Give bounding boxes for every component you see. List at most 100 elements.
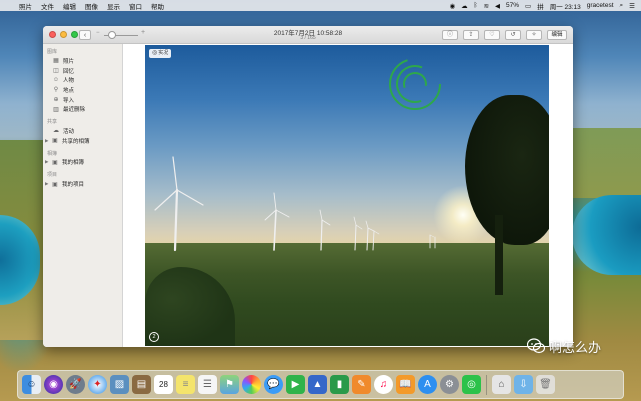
wifi-icon[interactable]: ≋ bbox=[484, 2, 489, 10]
photos-icon[interactable] bbox=[242, 375, 261, 394]
sidebar-item-label: 共享的相簿 bbox=[62, 138, 90, 145]
wechat-logo-icon bbox=[527, 338, 545, 354]
reminders-icon[interactable]: ☰ bbox=[198, 375, 217, 394]
share-button[interactable]: ⇪ bbox=[463, 30, 479, 40]
memories-icon: ◫ bbox=[53, 68, 59, 75]
wind-turbine bbox=[372, 230, 380, 251]
wind-turbine bbox=[429, 234, 435, 249]
menu-image[interactable]: 图像 bbox=[85, 1, 98, 11]
wallpaper-sea-right bbox=[572, 195, 641, 275]
sidebar-item-label: 我的相簿 bbox=[62, 160, 85, 167]
heart-icon: ♡ bbox=[489, 32, 495, 38]
wind-turbine bbox=[353, 216, 363, 251]
menu-window[interactable]: 窗口 bbox=[129, 1, 142, 11]
safari-icon[interactable]: ✦ bbox=[88, 375, 107, 394]
sidebar-section-library: 图库 bbox=[47, 49, 58, 55]
menu-help[interactable]: 帮助 bbox=[151, 1, 164, 11]
sidebar-item-photos[interactable]: ▦ 照片 bbox=[43, 56, 122, 66]
rotate-button[interactable]: ↺ bbox=[505, 30, 521, 40]
maps-icon[interactable]: ⚑ bbox=[220, 375, 239, 394]
sidebar-item-places[interactable]: ⚲ 地点 bbox=[43, 85, 122, 95]
loading-spinner-icon bbox=[389, 58, 441, 110]
home-folder-icon[interactable]: ⌂ bbox=[492, 375, 511, 394]
window-titlebar[interactable]: ‹ − + 2017年7月2日 10:58:28 3 / 165 ⓘ ⇪ ♡ ↺… bbox=[43, 26, 573, 44]
volume-icon[interactable]: ◀ bbox=[495, 2, 500, 10]
sidebar-item-recently-deleted[interactable]: ▥ 最近删除 bbox=[43, 104, 122, 114]
bluetooth-icon[interactable]: ᛒ bbox=[474, 2, 478, 9]
rotate-icon: ↺ bbox=[510, 32, 516, 38]
live-photo-label: 实况 bbox=[158, 50, 169, 56]
menu-bar: 照片 文件 编辑 图像 显示 窗口 帮助 ◉ ☁ ᛒ ≋ ◀ 57% ▭ 拼 周… bbox=[0, 0, 641, 11]
menubar-username[interactable]: gracetest bbox=[587, 2, 614, 9]
downloads-icon[interactable]: ⇩ bbox=[514, 375, 533, 394]
calendar-icon[interactable]: 28 bbox=[154, 375, 173, 394]
shared-album-icon: ▣ bbox=[52, 138, 58, 145]
facetime-icon[interactable]: ▶ bbox=[286, 375, 305, 394]
cloud-status-icon[interactable]: ☁ bbox=[461, 2, 468, 10]
live-photo-icon: ◎ bbox=[152, 50, 158, 56]
sidebar-item-label: 地点 bbox=[63, 87, 75, 94]
numbers-icon[interactable]: ▮ bbox=[330, 375, 349, 394]
photo-viewer: ◎实况 2 bbox=[123, 44, 573, 347]
finder-icon[interactable]: ☺ bbox=[22, 375, 41, 394]
dock-separator bbox=[486, 374, 487, 395]
places-icon: ⚲ bbox=[53, 87, 59, 94]
menubar-clock[interactable]: 周一 23:13 bbox=[550, 1, 581, 11]
wind-turbine bbox=[319, 209, 331, 251]
people-icon: ☺ bbox=[52, 77, 60, 84]
photos-icon: ▦ bbox=[53, 58, 59, 65]
menu-file[interactable]: 文件 bbox=[41, 1, 54, 11]
project-icon: ▣ bbox=[52, 181, 58, 188]
siri-icon[interactable]: ◉ bbox=[44, 375, 63, 394]
sidebar-item-memories[interactable]: ◫ 回忆 bbox=[43, 66, 122, 76]
info-button[interactable]: ⓘ bbox=[442, 30, 458, 40]
edit-button[interactable]: 编辑 bbox=[547, 30, 567, 40]
battery-percent[interactable]: 57% bbox=[506, 2, 519, 9]
sidebar-item-label: 人物 bbox=[63, 78, 75, 85]
sidebar-item-people[interactable]: ☺ 人物 bbox=[43, 75, 122, 85]
system-preferences-icon[interactable]: ⚙ bbox=[440, 375, 459, 394]
share-icon: ⇪ bbox=[468, 32, 474, 38]
stickies-icon[interactable]: ≡ bbox=[176, 375, 195, 394]
sidebar: 图库 ▦ 照片 ◫ 回忆 ☺ 人物 ⚲ 地点 ⊕ 导入 ▥ 最近删除 共享 ☁ … bbox=[43, 44, 123, 347]
keynote-icon[interactable]: ▲ bbox=[308, 375, 327, 394]
sidebar-section-shared: 共享 bbox=[47, 119, 58, 126]
watermark: 啊怎么办 bbox=[527, 335, 601, 357]
sidebar-item-shared-albums[interactable]: ▶ ▣ 共享的相簿 bbox=[43, 136, 122, 146]
sidebar-item-my-albums[interactable]: ▶ ▣ 我的相簿 bbox=[43, 158, 122, 168]
wechat-status-icon[interactable]: ◉ bbox=[450, 2, 456, 10]
books-icon[interactable]: 📖 bbox=[396, 375, 415, 394]
notification-center-icon[interactable]: ☰ bbox=[629, 2, 635, 10]
cloud-icon: ☁ bbox=[53, 128, 59, 135]
app-store-icon[interactable]: A bbox=[418, 375, 437, 394]
info-icon: ⓘ bbox=[446, 32, 453, 38]
live-photo-badge[interactable]: ◎实况 bbox=[149, 49, 172, 58]
menu-view[interactable]: 显示 bbox=[107, 1, 120, 11]
preview-icon[interactable]: ▨ bbox=[110, 375, 129, 394]
input-source-icon[interactable]: 拼 bbox=[537, 1, 544, 11]
spotlight-icon[interactable]: ⌕ bbox=[620, 2, 624, 10]
music-icon[interactable]: ♫ bbox=[374, 375, 393, 394]
magic-wand-icon: ✧ bbox=[531, 32, 537, 38]
sidebar-item-my-projects[interactable]: ▶ ▣ 我的项目 bbox=[43, 179, 122, 189]
notes-icon[interactable]: ▤ bbox=[132, 375, 151, 394]
menu-edit[interactable]: 编辑 bbox=[63, 1, 76, 11]
launchpad-icon[interactable]: 🚀 bbox=[66, 375, 85, 394]
battery-icon[interactable]: ▭ bbox=[525, 2, 531, 10]
photos-window: ‹ − + 2017年7月2日 10:58:28 3 / 165 ⓘ ⇪ ♡ ↺… bbox=[43, 26, 573, 347]
sidebar-item-activity[interactable]: ☁ 活动 bbox=[43, 126, 122, 136]
menu-photos[interactable]: 照片 bbox=[19, 1, 32, 11]
messages-icon[interactable]: 💬 bbox=[264, 375, 283, 394]
album-icon: ▣ bbox=[52, 159, 58, 166]
wind-turbine bbox=[264, 192, 290, 251]
toolbar-buttons: ⓘ ⇪ ♡ ↺ ✧ 编辑 bbox=[442, 30, 567, 40]
sidebar-item-label: 最近删除 bbox=[63, 107, 86, 114]
trash-icon[interactable]: 🗑 bbox=[536, 375, 555, 394]
enhance-button[interactable]: ✧ bbox=[526, 30, 542, 40]
photo-image[interactable]: ◎实况 2 bbox=[145, 45, 549, 346]
wechat-icon[interactable]: ◎ bbox=[462, 375, 481, 394]
sidebar-item-import[interactable]: ⊕ 导入 bbox=[43, 95, 122, 105]
photo-badge-button[interactable]: 2 bbox=[149, 332, 159, 342]
pages-icon[interactable]: ✎ bbox=[352, 375, 371, 394]
favorite-button[interactable]: ♡ bbox=[484, 30, 500, 40]
